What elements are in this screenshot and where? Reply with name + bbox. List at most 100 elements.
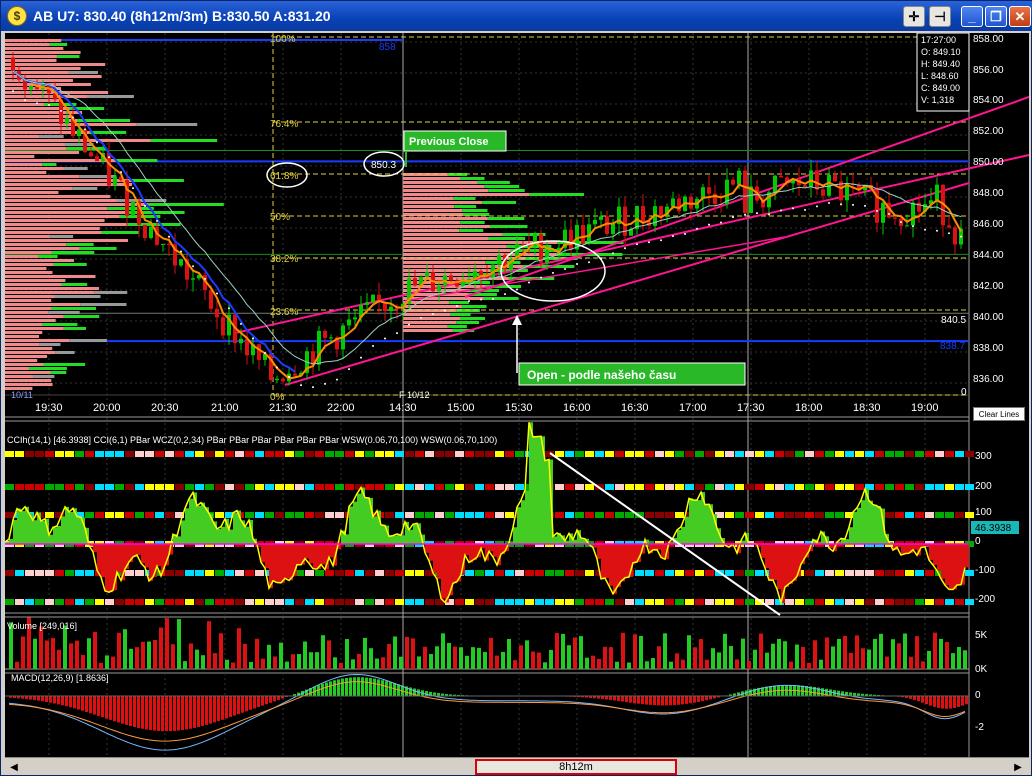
pbar-segment [85, 570, 94, 576]
profile-bar [148, 203, 224, 206]
pbar-segment [685, 570, 694, 576]
volume-bar [255, 638, 259, 669]
volume-bar [141, 641, 145, 669]
cci-histogram-bar [681, 526, 685, 544]
pbar-segment [845, 570, 854, 576]
scroll-left-icon[interactable]: ◀ [7, 760, 21, 774]
pbar-segment [485, 451, 494, 457]
pbar-segment [145, 599, 154, 605]
macd-histogram-bar [85, 696, 88, 712]
volume-header: Volume [249,016] [7, 621, 77, 631]
profile-bar [127, 211, 185, 214]
pbar-segment [85, 484, 94, 490]
pin-button[interactable]: ⊣ [929, 6, 951, 27]
profile-bar [5, 179, 132, 182]
profile-bar [454, 205, 477, 208]
crosshair-button[interactable]: ✛ [903, 6, 925, 27]
cci-histogram-bar [657, 544, 661, 550]
volume-bar [819, 659, 823, 669]
session-label: 10/11 [11, 390, 33, 400]
pbar-segment [495, 451, 504, 457]
price-tick: 838.00 [973, 343, 1004, 354]
horizontal-scrollbar[interactable]: ◀ 8h12m ▶ [5, 757, 1029, 775]
scroll-right-icon[interactable]: ▶ [1011, 760, 1025, 774]
cci-histogram-bar [613, 544, 617, 594]
profile-bar [482, 201, 517, 204]
volume-bar [879, 633, 883, 669]
volume-bar [375, 658, 379, 669]
volume-bar [69, 643, 73, 669]
pbar-segment [645, 599, 654, 605]
profile-bar [447, 325, 467, 328]
dollar-coin-icon[interactable]: $ [7, 6, 27, 26]
macd-histogram-bar [917, 696, 920, 702]
pbar-segment [655, 512, 664, 518]
macd-histogram-bar [389, 682, 392, 696]
pbar-segment [585, 512, 594, 518]
pbar-segment [885, 484, 894, 490]
pbar-segment [75, 599, 84, 605]
chart-svg[interactable]: 17:27:00 O: 849.10 H: 849.40 L: 848.60 C… [4, 32, 1030, 757]
minimize-icon: _ [968, 9, 976, 24]
cci-current-value: 46.3938 [975, 523, 1012, 534]
profile-bar [5, 343, 40, 346]
volume-bar [549, 649, 553, 669]
pbar-segment [305, 570, 314, 576]
candle-body [329, 337, 333, 339]
candle-body [353, 317, 357, 320]
minimize-button[interactable]: _ [961, 6, 983, 27]
profile-bar [5, 351, 56, 354]
pbar-segment [205, 570, 214, 576]
time-tick: 19:00 [911, 402, 939, 414]
pbar-segment [965, 599, 974, 605]
cci-histogram-bar [529, 422, 533, 544]
pbar-segment [815, 484, 824, 490]
candle-body [413, 278, 417, 286]
pbar-segment [955, 451, 964, 457]
cci-histogram-bar [365, 497, 369, 544]
chart-area[interactable]: 17:27:00 O: 849.10 H: 849.40 L: 848.60 C… [4, 32, 1030, 757]
psar-dot [720, 221, 722, 224]
volume-bar [261, 658, 265, 669]
pbar-segment [115, 599, 124, 605]
cci-tick: 300 [975, 451, 992, 462]
pbar-segment [325, 570, 334, 576]
profile-bar [5, 151, 80, 154]
pbar-segment [345, 451, 354, 457]
candle-body [131, 201, 135, 216]
pbar-segment [395, 599, 404, 605]
pbar-segment [655, 484, 664, 490]
profile-bar [5, 95, 87, 98]
pbar-segment [255, 570, 264, 576]
pbar-segment [735, 570, 744, 576]
macd-histogram-bar [209, 696, 212, 724]
pbar-segment [705, 451, 714, 457]
macd-histogram-bar [929, 696, 932, 706]
profile-bar [38, 255, 58, 258]
title-bar[interactable]: $ AB U7: 830.40 (8h12m/3m) B:830.50 A:83… [1, 1, 1032, 31]
volume-bar [99, 662, 103, 669]
pbar-segment [285, 451, 294, 457]
pbar-segment [965, 484, 974, 490]
volume-bar [219, 633, 223, 669]
scroll-thumb[interactable]: 8h12m [475, 759, 677, 775]
pbar-segment [695, 484, 704, 490]
pbar-segment [195, 451, 204, 457]
close-button[interactable]: ✕ [1009, 6, 1031, 27]
macd-histogram-bar [697, 696, 700, 702]
clear-lines-button[interactable]: Clear Lines [973, 407, 1025, 421]
volume-bar [699, 639, 703, 669]
pbar-segment [895, 570, 904, 576]
pbar-segment [195, 484, 204, 490]
volume-bar [87, 638, 91, 669]
volume-bar [501, 651, 505, 669]
profile-bar [116, 199, 167, 202]
volume-bar [363, 637, 367, 669]
psar-dot [60, 109, 62, 112]
pbar-segment [375, 451, 384, 457]
maximize-button[interactable]: ❐ [985, 6, 1007, 27]
volume-bar [507, 638, 511, 669]
volume-bar [471, 647, 475, 669]
pbar-segment [415, 599, 424, 605]
pbar-segment [105, 451, 114, 457]
